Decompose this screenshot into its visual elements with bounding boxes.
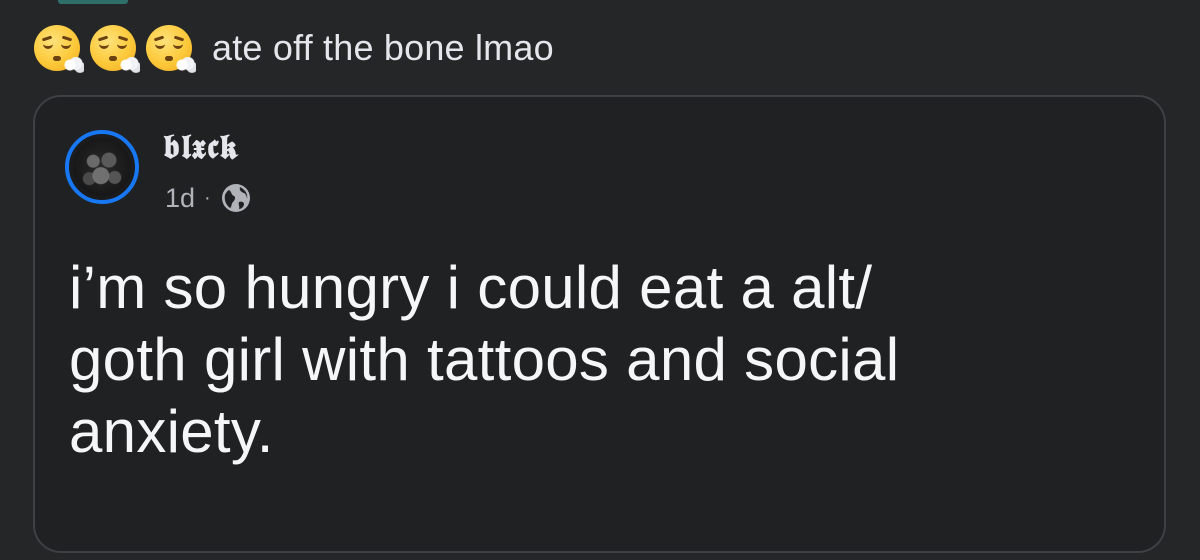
post-meta: 1d · xyxy=(165,182,252,214)
caption-text: ate off the bone lmao xyxy=(212,27,554,68)
author-name[interactable]: 𝖇𝖑𝖝𝖈𝖐 xyxy=(163,127,239,167)
post-time[interactable]: 1d xyxy=(165,183,195,214)
face-exhaling-emoji-icon xyxy=(146,25,196,73)
post-body: i’m so hungry i could eat a alt/ goth gi… xyxy=(69,252,1129,468)
post-body-line: i’m so hungry i could eat a alt/ xyxy=(69,254,873,321)
avatar-image xyxy=(73,138,131,196)
post-body-line: goth girl with tattoos and social xyxy=(69,326,900,393)
face-exhaling-emoji-icon xyxy=(34,25,84,73)
meta-separator: · xyxy=(204,186,211,209)
post-caption: ate off the bone lmao xyxy=(34,22,554,74)
globe-icon xyxy=(220,182,252,214)
shared-post-card[interactable]: 𝖇𝖑𝖝𝖈𝖐 1d · i’m so hungry i could eat a a… xyxy=(33,95,1166,553)
previous-post-edge xyxy=(58,0,128,4)
author-avatar[interactable] xyxy=(65,130,139,204)
post-body-line: anxiety. xyxy=(69,398,274,465)
face-exhaling-emoji-icon xyxy=(90,25,140,73)
